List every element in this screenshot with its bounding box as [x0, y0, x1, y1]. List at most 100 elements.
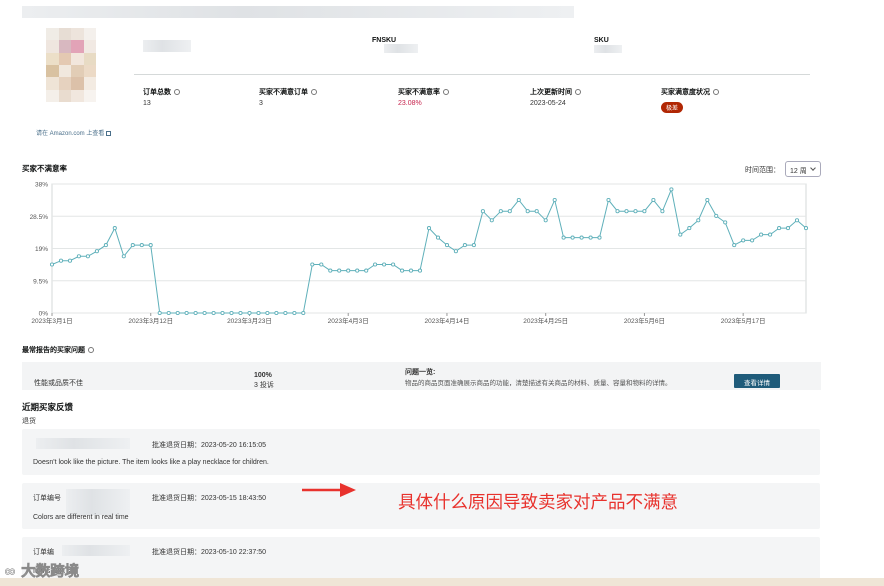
- data-point: [373, 262, 378, 267]
- data-point: [346, 268, 351, 273]
- data-point: [391, 262, 396, 267]
- info-icon[interactable]: [443, 89, 449, 96]
- data-point: [534, 209, 539, 214]
- data-point: [417, 268, 423, 273]
- data-point: [157, 310, 162, 316]
- data-point: [732, 243, 737, 248]
- x-tick-label: 2023年3月12日: [128, 316, 173, 325]
- x-tick-label: 2023年3月1日: [31, 316, 72, 325]
- data-point: [480, 209, 485, 214]
- data-point: [76, 254, 81, 259]
- data-point: [453, 249, 458, 254]
- data-point: [723, 220, 728, 225]
- fnsku-label: FNSKU: [372, 37, 397, 44]
- stat-satisfaction-status: 买家满意度状况 极差: [661, 87, 719, 115]
- data-point: [444, 243, 450, 248]
- data-point: [624, 209, 629, 214]
- data-point: [803, 226, 809, 231]
- x-tick-label: 2023年5月6日: [624, 316, 665, 325]
- issue-count: 3 投诉: [254, 382, 274, 389]
- data-point: [364, 268, 369, 273]
- data-point: [193, 310, 198, 316]
- data-point: [58, 258, 64, 263]
- y-tick-label: 9.5%: [33, 278, 48, 285]
- data-point: [750, 238, 755, 243]
- feedback-comment: Doesn't look like the picture. The item …: [33, 459, 269, 466]
- feedback-title: 近期买家反馈: [22, 402, 74, 412]
- x-tick-label: 2023年4月25日: [523, 316, 568, 325]
- data-point: [400, 268, 405, 273]
- approval-date: 批准退货日期：2023-05-20 16:15:05: [152, 442, 266, 449]
- data-point: [292, 310, 297, 316]
- data-point: [651, 197, 656, 203]
- data-point: [507, 209, 512, 214]
- bottom-strip: [0, 578, 884, 586]
- y-tick-label: 38%: [35, 182, 48, 189]
- feedback-comment: Colors are different in real time: [33, 514, 129, 521]
- data-point: [220, 310, 225, 316]
- data-point: [103, 243, 108, 248]
- info-icon[interactable]: [713, 89, 719, 96]
- y-tick-label: 0%: [39, 311, 49, 318]
- annotation-arrow-icon: [302, 483, 356, 497]
- issues-title: 最常报告的买家问题: [22, 345, 94, 355]
- data-point: [462, 243, 467, 248]
- y-tick-label: 28.5%: [30, 214, 49, 221]
- stat-unsatisfied-rate: 买家不满意率 23.08%: [398, 87, 449, 107]
- stat-last-updated: 上次更新时间 2023-05-24: [530, 87, 581, 107]
- data-point: [759, 232, 764, 237]
- data-point: [435, 235, 441, 240]
- data-point: [588, 235, 593, 240]
- order-number-value: [66, 489, 130, 515]
- time-range-select[interactable]: 12 周: [785, 161, 821, 177]
- data-point: [328, 268, 333, 273]
- info-icon[interactable]: [174, 89, 180, 96]
- x-tick-label: 2023年4月3日: [328, 316, 369, 325]
- data-point: [768, 232, 773, 237]
- data-point: [426, 226, 432, 231]
- data-point: [777, 226, 782, 231]
- data-point: [121, 254, 126, 259]
- data-point: [310, 262, 315, 267]
- view-details-button[interactable]: 查看详情: [734, 374, 780, 388]
- product-image[interactable]: [46, 28, 96, 102]
- time-range-label: 时间范围：: [745, 167, 780, 174]
- data-point: [696, 218, 701, 223]
- sku-label: SKU: [594, 37, 609, 44]
- data-point: [130, 243, 135, 248]
- data-point: [597, 235, 602, 240]
- data-point: [94, 249, 99, 254]
- data-point: [301, 310, 306, 316]
- data-point: [355, 268, 360, 273]
- watermark-logo-icon: ∞: [4, 564, 22, 581]
- data-point: [570, 235, 575, 240]
- data-point: [247, 310, 252, 316]
- order-number-value: [36, 438, 130, 449]
- view-on-amazon-link[interactable]: 请在 Amazon.com 上查看: [36, 128, 112, 137]
- data-point: [139, 243, 144, 248]
- data-point: [552, 197, 557, 203]
- external-link-icon: [106, 130, 112, 136]
- data-point: [112, 226, 117, 231]
- annotation-text: 具体什么原因导致卖家对产品不满意: [398, 493, 678, 513]
- data-point: [606, 197, 611, 203]
- data-point: [211, 310, 216, 316]
- data-point: [543, 218, 548, 223]
- data-point: [283, 310, 288, 316]
- x-tick-label: 2023年3月23日: [227, 316, 272, 325]
- info-icon[interactable]: [88, 347, 94, 354]
- issue-list-title: 问题一览:: [405, 369, 436, 376]
- data-point: [471, 243, 476, 248]
- data-point: [669, 187, 674, 192]
- data-point: [516, 197, 521, 203]
- series-line: [51, 187, 807, 314]
- data-point: [794, 218, 800, 223]
- info-icon[interactable]: [311, 89, 317, 96]
- data-point: [660, 209, 665, 214]
- info-icon[interactable]: [575, 89, 581, 96]
- feedback-subtitle: 退货: [22, 418, 36, 425]
- data-point: [498, 209, 503, 214]
- stat-unsatisfied-orders: 买家不满意订单 3: [259, 87, 317, 107]
- order-number-label: 订单编号: [33, 495, 61, 502]
- approval-date: 批准退货日期：2023-05-10 22:37:50: [152, 549, 266, 556]
